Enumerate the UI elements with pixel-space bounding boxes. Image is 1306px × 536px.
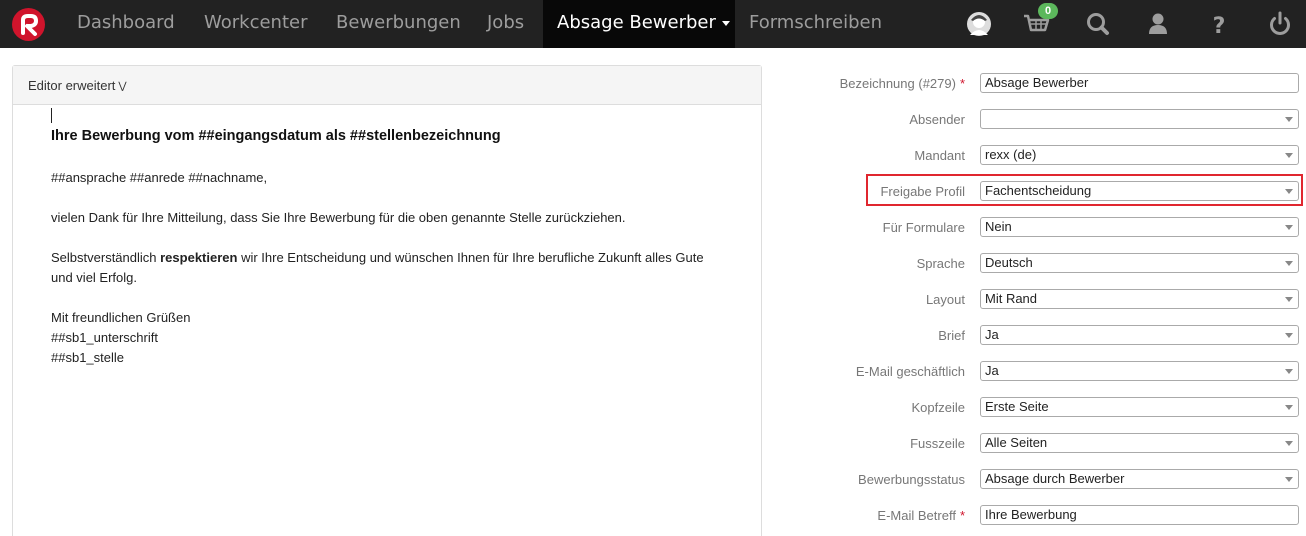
- nav-bewerbungen[interactable]: Bewerbungen: [336, 0, 461, 48]
- nav-absage-bewerber-label: Absage Bewerber: [557, 12, 716, 33]
- letter-subject: Ihre Bewerbung vom ##eingangsdatum als #…: [51, 128, 501, 144]
- fusszeile-label: Fusszeile: [910, 436, 965, 451]
- letter-closing: Mit freundlichen Grüßen: [51, 310, 191, 325]
- text-cursor: [51, 108, 52, 123]
- mandant-select[interactable]: rexx (de): [980, 145, 1299, 165]
- form-row-email-betreff: E-Mail Betreff * Ihre Bewerbung: [780, 505, 1306, 536]
- form-row-bezeichnung: Bezeichnung (#279) * Absage Bewerber: [780, 73, 1306, 109]
- bezeichnung-input[interactable]: Absage Bewerber: [980, 73, 1299, 93]
- letter-position: ##sb1_stelle: [51, 350, 124, 365]
- letter-thanks-paragraph: vielen Dank für Ihre Mitteilung, dass Si…: [51, 210, 626, 225]
- email-betreff-input[interactable]: Ihre Bewerbung: [980, 505, 1299, 525]
- mandant-label: Mandant: [914, 148, 965, 163]
- respect-text-end: wir Ihre Entscheidung und wünschen Ihnen…: [237, 250, 704, 265]
- double-chevron-down-icon: ⋁: [118, 81, 127, 92]
- caret-down-icon: [721, 20, 730, 26]
- required-marker: *: [959, 508, 965, 523]
- required-marker: *: [959, 76, 965, 91]
- brief-select[interactable]: Ja: [980, 325, 1299, 345]
- bewerbungsstatus-select[interactable]: Absage durch Bewerber: [980, 469, 1299, 489]
- nav-jobs[interactable]: Jobs: [487, 0, 524, 48]
- avatar-icon[interactable]: [963, 8, 995, 40]
- power-icon[interactable]: [1264, 8, 1296, 40]
- form-row-kopfzeile: Kopfzeile Erste Seite: [780, 397, 1306, 433]
- fusszeile-select[interactable]: Alle Seiten: [980, 433, 1299, 453]
- nav-workcenter[interactable]: Workcenter: [204, 0, 308, 48]
- cart-count-badge: 0: [1038, 3, 1058, 19]
- bezeichnung-label-text: Bezeichnung (#279): [839, 76, 956, 91]
- rexx-logo-icon[interactable]: [12, 8, 45, 41]
- nav-formschreiben[interactable]: Formschreiben: [749, 0, 882, 48]
- brief-label: Brief: [938, 328, 965, 343]
- kopfzeile-label: Kopfzeile: [911, 400, 965, 415]
- fuer-formulare-label: Für Formulare: [882, 220, 965, 235]
- editor-mode-label: Editor erweitert: [28, 78, 116, 93]
- email-geschaeftlich-select[interactable]: Ja: [980, 361, 1299, 381]
- form-row-absender: Absender: [780, 109, 1306, 145]
- editor-mode-toggle[interactable]: Editor erweitert ⋁: [13, 66, 761, 105]
- letter-respect-paragraph: Selbstverständlich respektieren wir Ihre…: [51, 248, 704, 268]
- form-row-email-geschaeftlich: E-Mail geschäftlich Ja: [780, 361, 1306, 397]
- form-row-brief: Brief Ja: [780, 325, 1306, 361]
- respect-text-bold: respektieren: [160, 250, 238, 265]
- search-icon[interactable]: [1082, 8, 1114, 40]
- letter-respect-continuation: und viel Erfolg.: [51, 270, 137, 285]
- form-row-layout: Layout Mit Rand: [780, 289, 1306, 325]
- layout-label: Layout: [925, 292, 965, 307]
- top-navbar: Dashboard Workcenter Bewerbungen Jobs Ab…: [0, 0, 1306, 48]
- user-icon[interactable]: [1142, 8, 1174, 40]
- letter-salutation: ##ansprache ##anrede ##nachname,: [51, 170, 268, 185]
- nav-absage-bewerber-dropdown[interactable]: Absage Bewerber: [543, 0, 735, 48]
- sprache-select[interactable]: Deutsch: [980, 253, 1299, 273]
- form-row-fusszeile: Fusszeile Alle Seiten: [780, 433, 1306, 469]
- help-icon[interactable]: ?: [1203, 8, 1235, 40]
- layout-select[interactable]: Mit Rand: [980, 289, 1299, 309]
- bewerbungsstatus-label: Bewerbungsstatus: [858, 472, 965, 487]
- editor-panel: Editor erweitert ⋁ Ihre Bewerbung vom ##e…: [12, 65, 762, 536]
- bezeichnung-label: Bezeichnung (#279) *: [840, 73, 965, 95]
- form-row-fuer-formulare: Für Formulare Nein: [780, 217, 1306, 253]
- sprache-label: Sprache: [916, 256, 965, 271]
- kopfzeile-select[interactable]: Erste Seite: [980, 397, 1299, 417]
- form-row-bewerbungsstatus: Bewerbungsstatus Absage durch Bewerber: [780, 469, 1306, 505]
- freigabe-profil-highlight: [866, 174, 1303, 206]
- email-betreff-label-text: E-Mail Betreff: [877, 508, 956, 523]
- fuer-formulare-select[interactable]: Nein: [980, 217, 1299, 237]
- letter-signature: ##sb1_unterschrift: [51, 330, 158, 345]
- absender-label: Absender: [909, 112, 965, 127]
- respect-text-start: Selbstverständlich: [51, 250, 161, 265]
- absender-select[interactable]: [980, 109, 1299, 129]
- email-geschaeftlich-label: E-Mail geschäftlich: [855, 364, 965, 379]
- svg-text:?: ?: [1213, 14, 1226, 39]
- nav-dashboard[interactable]: Dashboard: [77, 0, 175, 48]
- form-row-sprache: Sprache Deutsch: [780, 253, 1306, 289]
- email-betreff-label: E-Mail Betreff *: [877, 505, 965, 527]
